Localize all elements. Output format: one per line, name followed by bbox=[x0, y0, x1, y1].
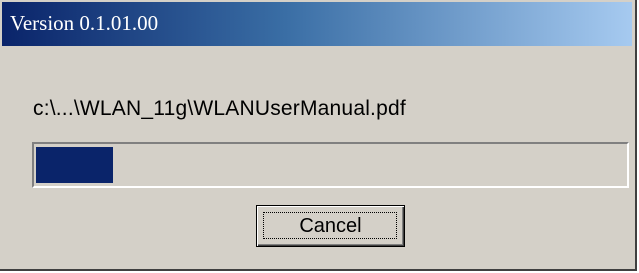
file-path-label: c:\...\WLAN_11g\WLANUserManual.pdf bbox=[33, 97, 406, 120]
cancel-button-label: Cancel bbox=[299, 215, 362, 237]
cancel-button[interactable]: Cancel bbox=[256, 205, 405, 247]
title-bar[interactable]: Version 0.1.01.00 bbox=[2, 2, 632, 46]
window-title: Version 0.1.01.00 bbox=[10, 11, 159, 35]
progress-dialog: Version 0.1.01.00 c:\...\WLAN_11g\WLANUs… bbox=[0, 0, 637, 271]
progress-bar-fill bbox=[36, 147, 113, 183]
progress-bar bbox=[32, 142, 629, 188]
